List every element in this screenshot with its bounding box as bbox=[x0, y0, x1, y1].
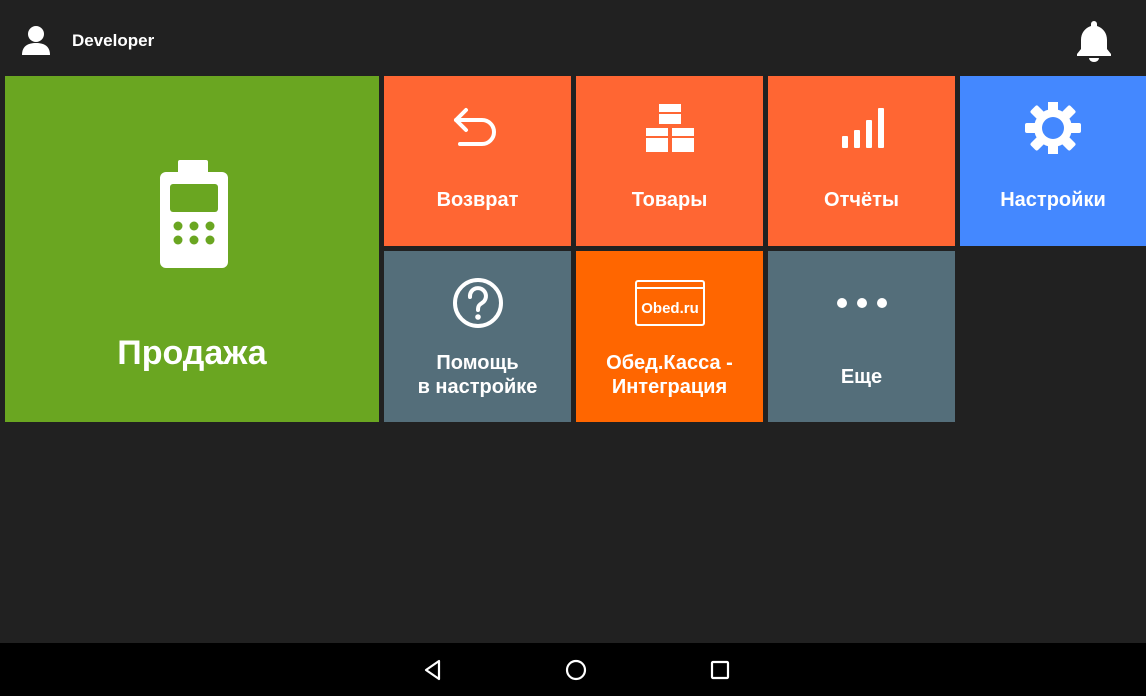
return-arrow-icon bbox=[453, 108, 496, 146]
obed-label-line1: Обед.Касса - bbox=[606, 352, 733, 374]
settings-label: Настройки bbox=[1000, 189, 1106, 211]
bar-chart-icon bbox=[841, 108, 884, 148]
username[interactable]: Developer bbox=[72, 31, 154, 51]
goods-label: Товары bbox=[631, 189, 708, 211]
payment-terminal-icon bbox=[160, 160, 228, 268]
system-nav-bar bbox=[0, 643, 1146, 696]
obed-logo-text: Obed.ru bbox=[641, 300, 699, 317]
settings-tile[interactable]: Настройки bbox=[960, 76, 1146, 246]
help-circle-icon bbox=[452, 278, 503, 328]
top-bar: Developer bbox=[0, 0, 1146, 76]
help-tile[interactable]: Помощь в настройке bbox=[384, 251, 571, 422]
back-triangle-icon[interactable] bbox=[419, 656, 447, 684]
obed-tile[interactable]: Obed.ru Обед.Касса - Интеграция bbox=[576, 251, 763, 422]
return-label: Возврат bbox=[436, 189, 519, 211]
user-icon[interactable] bbox=[20, 24, 52, 56]
reports-tile[interactable]: Отчёты bbox=[768, 76, 955, 246]
reports-label: Отчёты bbox=[824, 189, 899, 211]
help-label-line1: Помощь bbox=[436, 352, 519, 374]
boxes-icon bbox=[645, 104, 694, 152]
bell-icon[interactable] bbox=[1074, 18, 1114, 62]
sale-label: Продажа bbox=[117, 334, 267, 372]
more-label: Еще bbox=[840, 366, 883, 388]
return-tile[interactable]: Возврат bbox=[384, 76, 571, 246]
goods-tile[interactable]: Товары bbox=[576, 76, 763, 246]
recent-square-icon[interactable] bbox=[706, 656, 734, 684]
gear-icon bbox=[1025, 102, 1081, 154]
help-label-line2: в настройке bbox=[417, 376, 538, 398]
help-label: Помощь в настройке bbox=[384, 351, 571, 399]
more-tile[interactable]: Еще bbox=[768, 251, 955, 422]
home-circle-icon[interactable] bbox=[562, 656, 590, 684]
obed-label: Обед.Касса - Интеграция bbox=[576, 351, 763, 399]
sale-tile[interactable]: Продажа bbox=[5, 76, 379, 422]
obed-label-line2: Интеграция bbox=[611, 376, 728, 398]
obed-logo-icon: Obed.ru bbox=[634, 280, 705, 326]
more-dots-icon bbox=[836, 298, 887, 308]
